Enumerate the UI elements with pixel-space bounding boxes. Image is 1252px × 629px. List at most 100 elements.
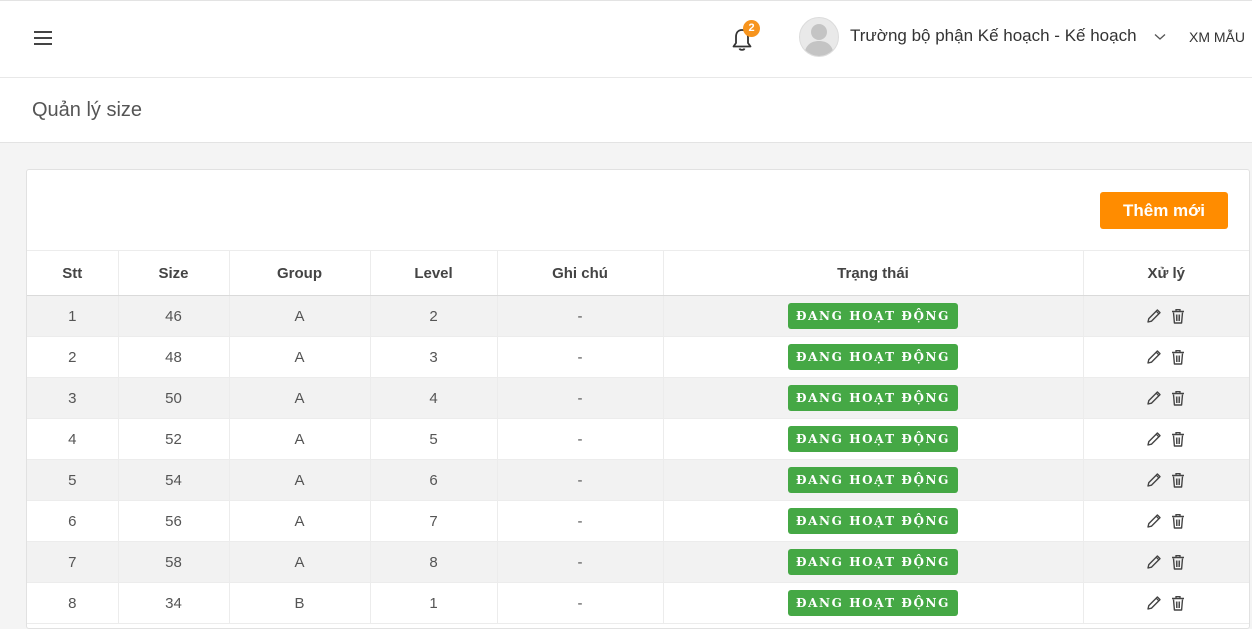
- cell-group: A: [228, 295, 370, 337]
- cell-level: 7: [369, 500, 497, 542]
- notification-count-badge[interactable]: 2: [743, 20, 760, 37]
- trash-icon[interactable]: [1169, 594, 1187, 612]
- pencil-icon[interactable]: [1145, 348, 1163, 366]
- cell-size: 50: [117, 377, 229, 419]
- status-badge: ĐANG HOẠT ĐỘNG: [788, 590, 958, 616]
- cell-group: A: [228, 500, 370, 542]
- cell-stt: 2: [27, 336, 118, 378]
- cell-size: 56: [117, 500, 229, 542]
- cell-note: -: [496, 500, 663, 542]
- cell-group: A: [228, 418, 370, 460]
- cell-stt: 4: [27, 418, 118, 460]
- pencil-icon[interactable]: [1145, 389, 1163, 407]
- size-table: Stt Size Group Level Ghi chú Trạng thái …: [27, 250, 1249, 624]
- table-row[interactable]: 8 34 B 1- ĐANG HOẠT ĐỘNG: [27, 582, 1249, 624]
- cell-status: ĐANG HOẠT ĐỘNG: [662, 295, 1083, 337]
- cell-stt: 5: [27, 459, 118, 501]
- cell-note: -: [496, 541, 663, 583]
- table-row[interactable]: 3 50 A 4- ĐANG HOẠT ĐỘNG: [27, 377, 1249, 419]
- cell-level: 8: [369, 541, 497, 583]
- column-header-level[interactable]: Level: [369, 250, 497, 296]
- pencil-icon[interactable]: [1145, 471, 1163, 489]
- status-badge: ĐANG HOẠT ĐỘNG: [788, 303, 958, 329]
- column-header-actions: Xử lý: [1082, 250, 1249, 296]
- cell-status: ĐANG HOẠT ĐỘNG: [662, 377, 1083, 419]
- cell-stt: 3: [27, 377, 118, 419]
- status-badge: ĐANG HOẠT ĐỘNG: [788, 508, 958, 534]
- cell-stt: 1: [27, 295, 118, 337]
- cell-size: 34: [117, 582, 229, 624]
- table-row[interactable]: 2 48 A 3- ĐANG HOẠT ĐỘNG: [27, 336, 1249, 378]
- cell-group: A: [228, 336, 370, 378]
- trash-icon[interactable]: [1169, 348, 1187, 366]
- column-header-status[interactable]: Trạng thái: [662, 250, 1083, 296]
- company-name[interactable]: XM MẪU: [1189, 29, 1245, 45]
- table-header-row: Stt Size Group Level Ghi chú Trạng thái …: [27, 250, 1249, 296]
- cell-note: -: [496, 582, 663, 624]
- cell-status: ĐANG HOẠT ĐỘNG: [662, 459, 1083, 501]
- user-name[interactable]: Trường bộ phận Kế hoạch - Kế hoạch: [850, 26, 1137, 46]
- table-row[interactable]: 6 56 A 7- ĐANG HOẠT ĐỘNG: [27, 500, 1249, 542]
- status-badge: ĐANG HOẠT ĐỘNG: [788, 549, 958, 575]
- table-row[interactable]: 4 52 A 5- ĐANG HOẠT ĐỘNG: [27, 418, 1249, 460]
- column-header-group[interactable]: Group: [228, 250, 370, 296]
- cell-stt: 6: [27, 500, 118, 542]
- cell-group: A: [228, 377, 370, 419]
- table-row[interactable]: 7 58 A 8- ĐANG HOẠT ĐỘNG: [27, 541, 1249, 583]
- hamburger-icon[interactable]: [34, 31, 52, 45]
- cell-group: A: [228, 459, 370, 501]
- trash-icon[interactable]: [1169, 430, 1187, 448]
- page-title: Quản lý size: [32, 99, 143, 121]
- page-title-bar: Quản lý size: [0, 78, 1252, 143]
- cell-status: ĐANG HOẠT ĐỘNG: [662, 541, 1083, 583]
- status-badge: ĐANG HOẠT ĐỘNG: [788, 344, 958, 370]
- cell-status: ĐANG HOẠT ĐỘNG: [662, 418, 1083, 460]
- caret-down-icon[interactable]: [1154, 33, 1166, 41]
- cell-actions: [1082, 582, 1249, 624]
- cell-actions: [1082, 336, 1249, 378]
- pencil-icon[interactable]: [1145, 594, 1163, 612]
- cell-group: A: [228, 541, 370, 583]
- table-row[interactable]: 5 54 A 6- ĐANG HOẠT ĐỘNG: [27, 459, 1249, 501]
- cell-note: -: [496, 336, 663, 378]
- cell-actions: [1082, 295, 1249, 337]
- cell-size: 46: [117, 295, 229, 337]
- trash-icon[interactable]: [1169, 389, 1187, 407]
- cell-actions: [1082, 541, 1249, 583]
- cell-size: 54: [117, 459, 229, 501]
- column-header-size[interactable]: Size: [117, 250, 229, 296]
- column-header-stt[interactable]: Stt: [27, 250, 118, 296]
- status-badge: ĐANG HOẠT ĐỘNG: [788, 426, 958, 452]
- cell-group: B: [228, 582, 370, 624]
- user-avatar-icon: [804, 24, 834, 56]
- trash-icon[interactable]: [1169, 512, 1187, 530]
- cell-level: 1: [369, 582, 497, 624]
- cell-stt: 8: [27, 582, 118, 624]
- cell-level: 4: [369, 377, 497, 419]
- size-list-card: Thêm mới Stt Size Group Level Ghi chú Tr…: [26, 169, 1250, 629]
- cell-size: 48: [117, 336, 229, 378]
- cell-actions: [1082, 459, 1249, 501]
- trash-icon[interactable]: [1169, 307, 1187, 325]
- pencil-icon[interactable]: [1145, 307, 1163, 325]
- cell-level: 6: [369, 459, 497, 501]
- cell-status: ĐANG HOẠT ĐỘNG: [662, 582, 1083, 624]
- add-new-button[interactable]: Thêm mới: [1100, 192, 1228, 229]
- trash-icon[interactable]: [1169, 553, 1187, 571]
- cell-note: -: [496, 418, 663, 460]
- table-body: 1 46 A 2- ĐANG HOẠT ĐỘNG 2 48 A 3- ĐANG HOẠT ĐỘNG…: [27, 295, 1249, 624]
- trash-icon[interactable]: [1169, 471, 1187, 489]
- column-header-note[interactable]: Ghi chú: [496, 250, 663, 296]
- user-avatar[interactable]: [799, 17, 839, 57]
- cell-status: ĐANG HOẠT ĐỘNG: [662, 336, 1083, 378]
- pencil-icon[interactable]: [1145, 553, 1163, 571]
- cell-note: -: [496, 295, 663, 337]
- pencil-icon[interactable]: [1145, 430, 1163, 448]
- cell-size: 58: [117, 541, 229, 583]
- top-header: 2 Trường bộ phận Kế hoạch - Kế hoạch XM …: [0, 0, 1252, 78]
- pencil-icon[interactable]: [1145, 512, 1163, 530]
- cell-actions: [1082, 418, 1249, 460]
- status-badge: ĐANG HOẠT ĐỘNG: [788, 467, 958, 493]
- cell-level: 5: [369, 418, 497, 460]
- table-row[interactable]: 1 46 A 2- ĐANG HOẠT ĐỘNG: [27, 295, 1249, 337]
